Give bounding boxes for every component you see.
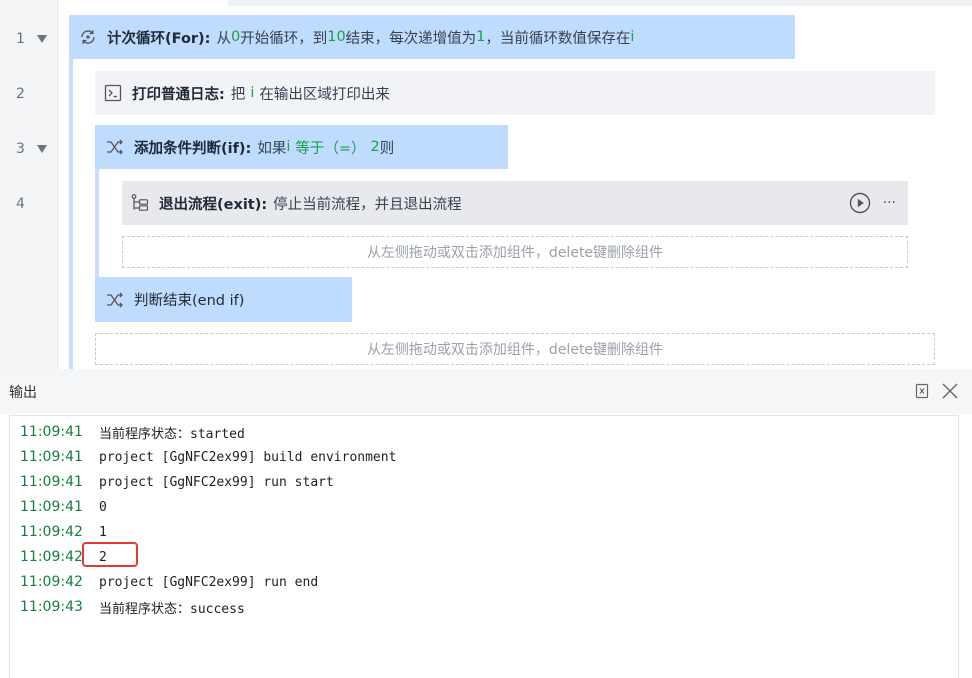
line-number-1[interactable]: 1 xyxy=(0,30,57,50)
loop-icon xyxy=(78,27,98,47)
for-nesting-line xyxy=(69,59,73,369)
log-message: 0 xyxy=(99,499,107,515)
log-line: 11:09:41 0 xyxy=(20,496,107,518)
loop-start-value[interactable]: 0 xyxy=(231,29,240,45)
line-number-label: 1 xyxy=(16,31,25,47)
highlight-box xyxy=(82,542,138,567)
more-options-icon[interactable]: ··· xyxy=(883,195,896,211)
block-text: 停止当前流程，并且退出流程 xyxy=(273,196,462,213)
line-number-label: 4 xyxy=(16,196,25,212)
log-message: 当前程序状态：success xyxy=(99,601,245,617)
for-loop-block[interactable]: 计次循环(For): 从 0 开始循环，到 10 结束，每次递增值为 1 ，当前… xyxy=(69,15,795,59)
log-line: 11:09:41 project [GgNFC2ex99] run start xyxy=(20,471,334,493)
clear-output-icon[interactable] xyxy=(912,381,932,401)
drop-zone-for[interactable]: 从左侧拖动或双击添加组件，delete键删除组件 xyxy=(95,333,935,365)
line-number-label: 3 xyxy=(16,141,25,157)
close-icon[interactable] xyxy=(940,381,960,401)
line-number-label: 2 xyxy=(16,86,25,102)
log-line: 11:09:42 1 xyxy=(20,521,107,543)
block-title: 添加条件判断(if): xyxy=(134,140,252,157)
block-text: 在输出区域打印出来 xyxy=(259,86,390,103)
log-message: project [GgNFC2ex99] build environment xyxy=(99,449,397,465)
terminal-icon xyxy=(103,83,123,103)
log-timestamp: 11:09:41 xyxy=(20,499,83,515)
log-timestamp: 11:09:41 xyxy=(20,449,83,465)
log-timestamp: 11:09:42 xyxy=(20,524,83,540)
log-timestamp: 11:09:42 xyxy=(20,574,83,590)
block-text: 把 xyxy=(230,86,246,103)
block-text: 结束，每次递增值为 xyxy=(345,30,477,47)
block-text: 开始循环，到 xyxy=(240,30,328,47)
flow-exit-icon xyxy=(130,193,150,213)
log-line: 11:09:43 当前程序状态：success xyxy=(20,596,245,618)
block-title: 退出流程(exit): xyxy=(159,196,268,213)
collapse-triangle-icon[interactable] xyxy=(37,145,47,153)
drop-zone-if[interactable]: 从左侧拖动或双击添加组件，delete键删除组件 xyxy=(122,236,908,268)
end-if-block[interactable]: 判断结束(end if) xyxy=(95,277,352,322)
output-console[interactable]: 11:09:41 当前程序状态：started 11:09:41 project… xyxy=(9,415,959,678)
block-text: 如果 xyxy=(257,140,287,157)
block-text: ，当前循环数值保存在 xyxy=(485,30,631,47)
log-line: 11:09:41 project [GgNFC2ex99] build envi… xyxy=(20,446,396,468)
log-timestamp: 11:09:41 xyxy=(20,424,83,440)
if-condition-block[interactable]: 添加条件判断(if): 如果 i 等于（=） 2 则 xyxy=(95,125,508,169)
line-number-3[interactable]: 3 xyxy=(0,140,57,160)
log-timestamp: 11:09:41 xyxy=(20,474,83,490)
loop-step-value[interactable]: 1 xyxy=(476,29,485,45)
exit-flow-block[interactable]: 退出流程(exit): 停止当前流程，并且退出流程 ··· xyxy=(122,181,908,225)
block-actions: ··· xyxy=(849,181,896,225)
collapse-triangle-icon[interactable] xyxy=(37,35,47,43)
condition-value[interactable]: 2 xyxy=(371,139,380,155)
line-number-4: 4 xyxy=(0,195,57,215)
block-title: 打印普通日志: xyxy=(132,86,225,103)
log-message: project [GgNFC2ex99] run end xyxy=(99,574,319,590)
output-title: 输出 xyxy=(9,385,37,401)
play-icon[interactable] xyxy=(849,192,871,214)
log-line: 11:09:42 project [GgNFC2ex99] run end xyxy=(20,571,318,593)
condition-operator[interactable]: 等于（=） xyxy=(295,137,365,158)
branch-icon xyxy=(105,290,125,310)
flow-editor: 1 2 3 4 计次循环(For): 从 0 开始循环，到 10 结束，每次递增… xyxy=(0,0,972,369)
log-message: 1 xyxy=(99,524,107,540)
line-number-2: 2 xyxy=(0,85,57,105)
block-text: 则 xyxy=(379,140,395,157)
log-line: 11:09:41 当前程序状态：started xyxy=(20,421,245,443)
log-timestamp: 11:09:43 xyxy=(20,599,83,615)
if-nesting-line xyxy=(95,169,99,277)
log-message: project [GgNFC2ex99] run start xyxy=(99,474,334,490)
block-text: 从 xyxy=(216,30,231,47)
output-panel-header: 输出 xyxy=(0,369,972,414)
loop-variable[interactable]: i xyxy=(630,29,634,45)
block-title: 计次循环(For): xyxy=(107,30,211,47)
editor-top-strip xyxy=(228,0,972,6)
branch-icon xyxy=(105,137,125,157)
log-variable[interactable]: i xyxy=(250,85,254,101)
print-log-block[interactable]: 打印普通日志: 把 i 在输出区域打印出来 xyxy=(95,71,935,115)
loop-end-value[interactable]: 10 xyxy=(327,29,345,45)
block-title: 判断结束(end if) xyxy=(134,293,245,309)
log-message: 当前程序状态：started xyxy=(99,426,245,442)
line-gutter: 1 2 3 4 xyxy=(0,0,58,369)
condition-variable[interactable]: i xyxy=(286,139,290,155)
